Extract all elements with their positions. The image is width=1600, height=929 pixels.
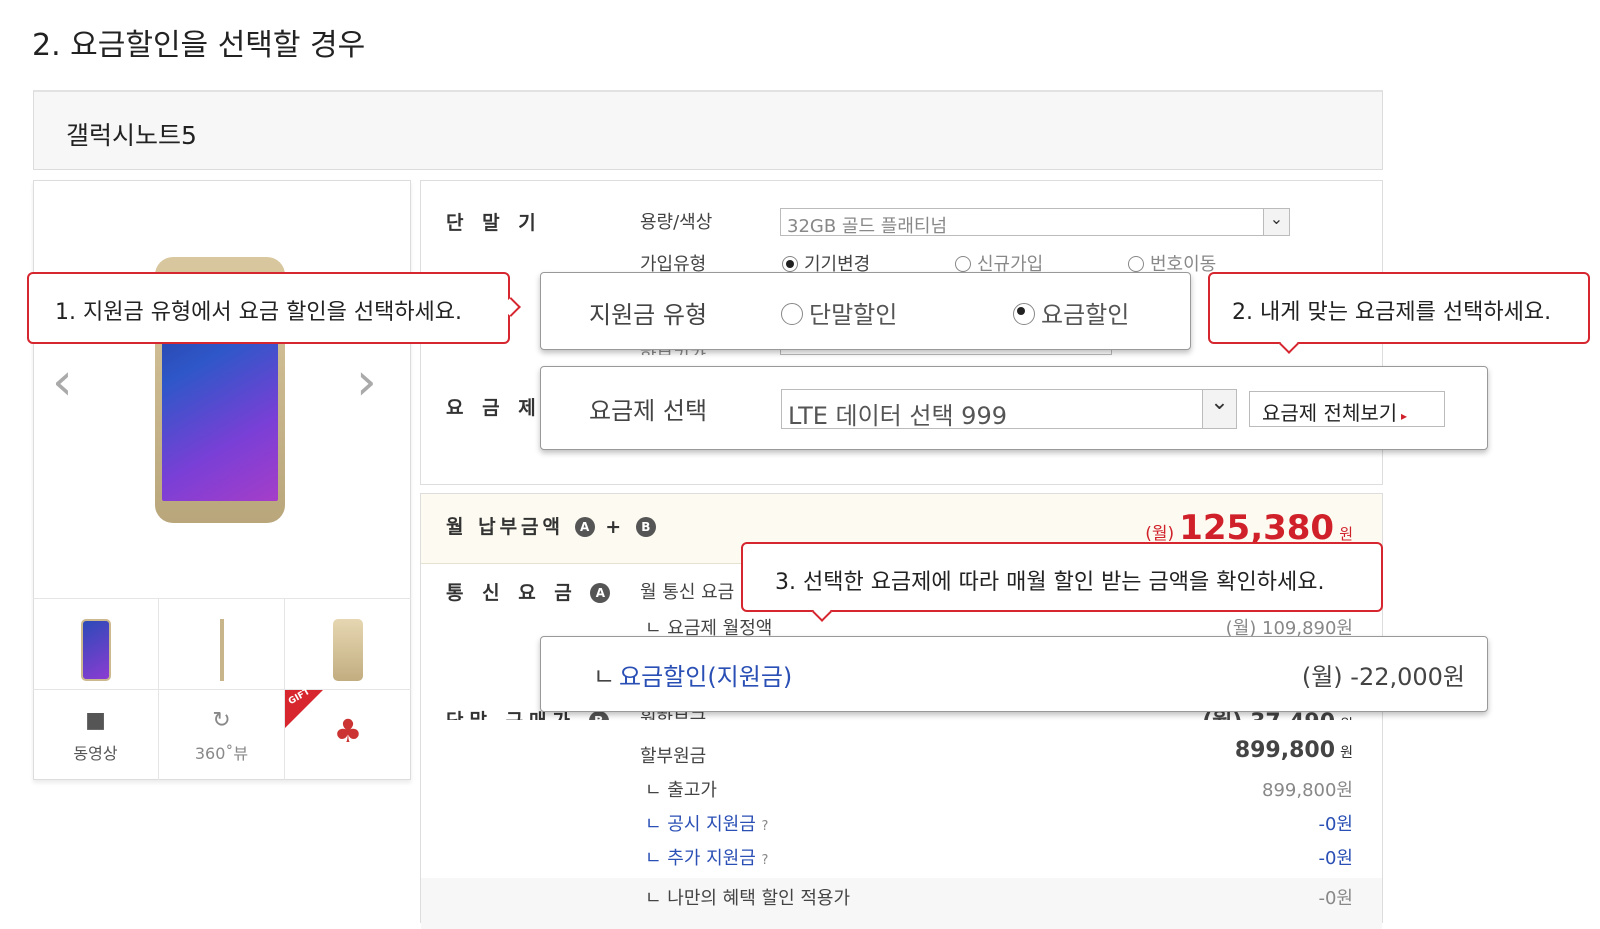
thumbnail-side[interactable]	[159, 598, 285, 689]
capacity-select[interactable]: 32GB 골드 플래티넘 ⌄	[780, 208, 1290, 237]
public-subsidy-link[interactable]: ㄴ 공시 지원금 ?	[645, 810, 768, 836]
discount-link[interactable]: 요금할인(지원금)	[619, 657, 792, 692]
subsidy-type-box: 지원금 유형 단말할인 요금할인	[540, 272, 1191, 350]
plan-select-box: 요금제 선택 LTE 데이터 선택 999 ⌄ 요금제 전체보기 ▸	[540, 366, 1488, 450]
chevron-down-icon: ⌄	[1263, 209, 1289, 235]
chevron-down-icon: ⌄	[1202, 390, 1236, 428]
view360-button[interactable]: ↻ 360˚뷰	[159, 689, 285, 780]
plan-select[interactable]: LTE 데이터 선택 999 ⌄	[781, 389, 1237, 430]
benefit-value: -0원	[1318, 888, 1353, 909]
telecom-section-label: 통 신 요 금 A	[446, 578, 611, 605]
help-icon: ?	[761, 819, 769, 834]
product-name: 갤럭시노트5	[66, 121, 197, 150]
device-section-label: 단 말 기	[446, 212, 542, 234]
gift-character-icon: ♣	[333, 712, 363, 750]
subsidy-option-rate[interactable]: 요금할인	[1013, 295, 1129, 330]
monthly-telecom-fee-label: 월 통신 요금	[640, 582, 735, 603]
discount-prefix: ㄴ	[593, 663, 616, 691]
benefit-label: ㄴ 나만의 혜택 할인 적용가	[645, 888, 851, 909]
gift-button[interactable]: GIFT ♣	[285, 687, 411, 780]
view-all-plans-button[interactable]: 요금제 전체보기 ▸	[1249, 391, 1445, 427]
thumbnail-grid: ■ 동영상 ↻ 360˚뷰 GIFT ♣	[33, 598, 411, 780]
help-icon: ?	[761, 853, 769, 868]
callout-step2: 2. 내게 맞는 요금제를 선택하세요.	[1208, 272, 1590, 354]
callout-step3: 3. 선택한 요금제에 따라 매월 할인 받는 금액을 확인하세요.	[741, 542, 1383, 622]
page-heading: 2. 요금할인을 선택할 경우	[32, 28, 366, 63]
thumbnail-back[interactable]	[285, 598, 411, 689]
release-price-value: 899,800원	[1262, 780, 1353, 801]
video-button[interactable]: ■ 동영상	[33, 689, 159, 780]
installment-principal-value: 899,800 원	[1234, 738, 1353, 763]
rotate-icon: ↻	[212, 708, 231, 733]
discount-box: ㄴ 요금할인(지원금) (월) -22,000원	[540, 636, 1488, 712]
public-subsidy-value: -0원	[1318, 814, 1353, 835]
prev-image-icon[interactable]: ‹	[52, 352, 73, 412]
thumbnail-front[interactable]	[33, 598, 159, 689]
arrow-right-icon: ▸	[1397, 409, 1408, 423]
extra-subsidy-value: -0원	[1318, 848, 1353, 869]
product-title-bar: 갤럭시노트5	[33, 90, 1383, 170]
discount-value: (월) -22,000원	[1301, 663, 1465, 691]
subsidy-type-label: 지원금 유형	[589, 301, 708, 329]
next-image-icon[interactable]: ›	[356, 352, 377, 412]
badge-b-icon: B	[635, 517, 656, 537]
badge-a-icon: A	[590, 583, 611, 603]
extra-subsidy-link[interactable]: ㄴ 추가 지원금 ?	[645, 844, 768, 870]
badge-a-icon: A	[574, 517, 595, 537]
monthly-payment-label: 월 납부금액 A + B	[446, 512, 656, 539]
plan-select-label: 요금제 선택	[589, 397, 708, 425]
subsidy-option-device[interactable]: 단말할인	[781, 295, 897, 330]
release-price-label: ㄴ 출고가	[645, 780, 717, 801]
callout-step1: 1. 지원금 유형에서 요금 할인을 선택하세요.	[27, 272, 521, 344]
video-camera-icon: ■	[85, 708, 106, 733]
plan-section-label: 요 금 제	[446, 397, 542, 419]
capacity-label: 용량/색상	[640, 212, 713, 233]
installment-principal-label: 할부원금	[640, 746, 707, 767]
